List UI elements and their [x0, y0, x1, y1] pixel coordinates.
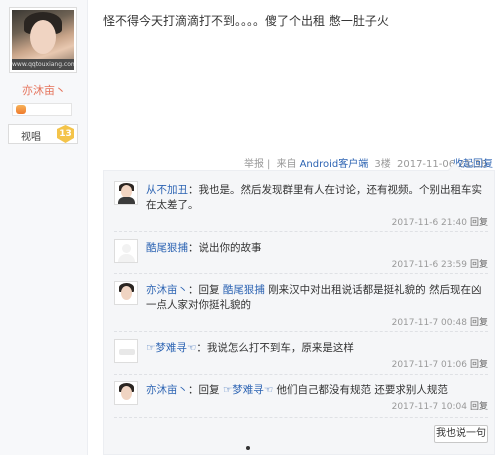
reply-nick[interactable]: 酷尾狠捕 — [146, 242, 188, 254]
list-item: 亦沐亩丶：回复 ☞梦难寻☜ 他们自己都没有规范 还要求别人规范 2017-11-… — [114, 381, 488, 413]
avatar-caption: www.qqtouxiang.com — [12, 59, 74, 70]
post-content: 怪不得今天打滴滴打不到。。。。傻了个出租 憋一肚子火 — [103, 14, 389, 28]
reply-time: 2017-11-7 10:04 — [391, 402, 467, 412]
level-indicator[interactable] — [12, 103, 72, 116]
reply-avatar[interactable] — [114, 239, 138, 263]
author-avatar-image: www.qqtouxiang.com — [12, 10, 74, 70]
reply-time: 2017-11-7 01:06 — [391, 360, 467, 370]
reply-nick[interactable]: 从不加丑 — [146, 184, 188, 196]
source-link[interactable]: Android客户端 — [300, 159, 369, 170]
member-badge[interactable]: 视唱 13 — [8, 124, 78, 144]
divider — [114, 374, 488, 375]
reply-text: 我说怎么打不到车，原来是这样 — [206, 342, 354, 354]
list-item: 酷尾狠捕：说出你的故事 2017-11-6 23:59 回复 — [114, 239, 488, 271]
reply-target[interactable]: ☞梦难寻☜ — [223, 384, 273, 396]
reply-time: 2017-11-6 21:40 — [391, 218, 467, 228]
reply-avatar[interactable] — [114, 181, 138, 205]
reply-meta: 2017-11-7 00:48 回复 — [392, 315, 488, 328]
list-item: ☞梦难寻☜：我说怎么打不到车，原来是这样 2017-11-7 01:06 回复 — [114, 339, 488, 371]
source-prefix: 来自 — [276, 159, 297, 170]
reply-avatar[interactable] — [114, 381, 138, 405]
report-link[interactable]: 举报 — [244, 159, 264, 170]
reply-body: ☞梦难寻☜：我说怎么打不到车，原来是这样 — [146, 342, 354, 354]
reply-button[interactable]: 回复 — [470, 318, 488, 328]
author-sidebar: www.qqtouxiang.com 亦沐亩丶 视唱 13 — [0, 0, 88, 455]
reply-meta: 2017-11-7 01:06 回复 — [392, 357, 488, 370]
say-something-button[interactable]: 我也说一句 — [434, 425, 488, 443]
divider — [114, 273, 488, 274]
reply-list: 从不加丑：我也是。然后发现群里有人在讨论，还有视频。个别出租车实在太差了。 20… — [103, 162, 495, 455]
divider — [114, 417, 488, 418]
reply-button[interactable]: 回复 — [470, 402, 488, 412]
reply-text: 他们自己都没有规范 还要求别人规范 — [276, 384, 448, 396]
reply-meta: 2017-11-6 23:59 回复 — [392, 257, 488, 270]
reply-nick[interactable]: ☞梦难寻☜ — [146, 342, 196, 354]
author-avatar[interactable]: www.qqtouxiang.com — [9, 7, 77, 73]
reply-body: 亦沐亩丶：回复 ☞梦难寻☜ 他们自己都没有规范 还要求别人规范 — [146, 384, 448, 396]
reply-prefix: 回复 — [198, 384, 220, 396]
reply-time: 2017-11-6 23:59 — [391, 260, 467, 270]
reply-meta: 2017-11-7 10:04 回复 — [392, 399, 488, 412]
reply-meta: 2017-11-6 21:40 回复 — [392, 215, 488, 228]
badge-name: 视唱 — [21, 132, 41, 143]
divider — [114, 331, 488, 332]
list-item: 亦沐亩丶：回复 酷尾狠捕 刚来汉中对出租说话都是挺礼貌的 然后现在凶一点人家对你… — [114, 281, 488, 328]
list-item: 从不加丑：我也是。然后发现群里有人在讨论，还有视频。个别出租车实在太差了。 20… — [114, 181, 488, 228]
reply-text: 说出你的故事 — [198, 242, 262, 254]
reply-prefix: 回复 — [198, 284, 220, 296]
reply-body: 亦沐亩丶：回复 酷尾狠捕 刚来汉中对出租说话都是挺礼貌的 然后现在凶一点人家对你… — [146, 284, 482, 311]
reply-avatar[interactable] — [114, 339, 138, 363]
reply-target[interactable]: 酷尾狠捕 — [223, 284, 265, 296]
reply-nick[interactable]: 亦沐亩丶 — [146, 284, 188, 296]
reply-nick[interactable]: 亦沐亩丶 — [146, 384, 188, 396]
reply-button[interactable]: 回复 — [470, 260, 488, 270]
reply-button[interactable]: 回复 — [470, 360, 488, 370]
reply-button[interactable]: 回复 — [470, 218, 488, 228]
floor-number: 3楼 — [374, 159, 391, 170]
page-indicator-dot — [246, 446, 250, 450]
reply-body: 酷尾狠捕：说出你的故事 — [146, 242, 262, 254]
reply-time: 2017-11-7 00:48 — [391, 318, 467, 328]
reply-avatar[interactable] — [114, 281, 138, 305]
reply-body: 从不加丑：我也是。然后发现群里有人在讨论，还有视频。个别出租车实在太差了。 — [146, 184, 482, 211]
divider — [114, 231, 488, 232]
badge-level-icon: 13 — [57, 125, 74, 143]
author-name[interactable]: 亦沐亩丶 — [0, 82, 88, 98]
level-icon — [16, 105, 26, 114]
